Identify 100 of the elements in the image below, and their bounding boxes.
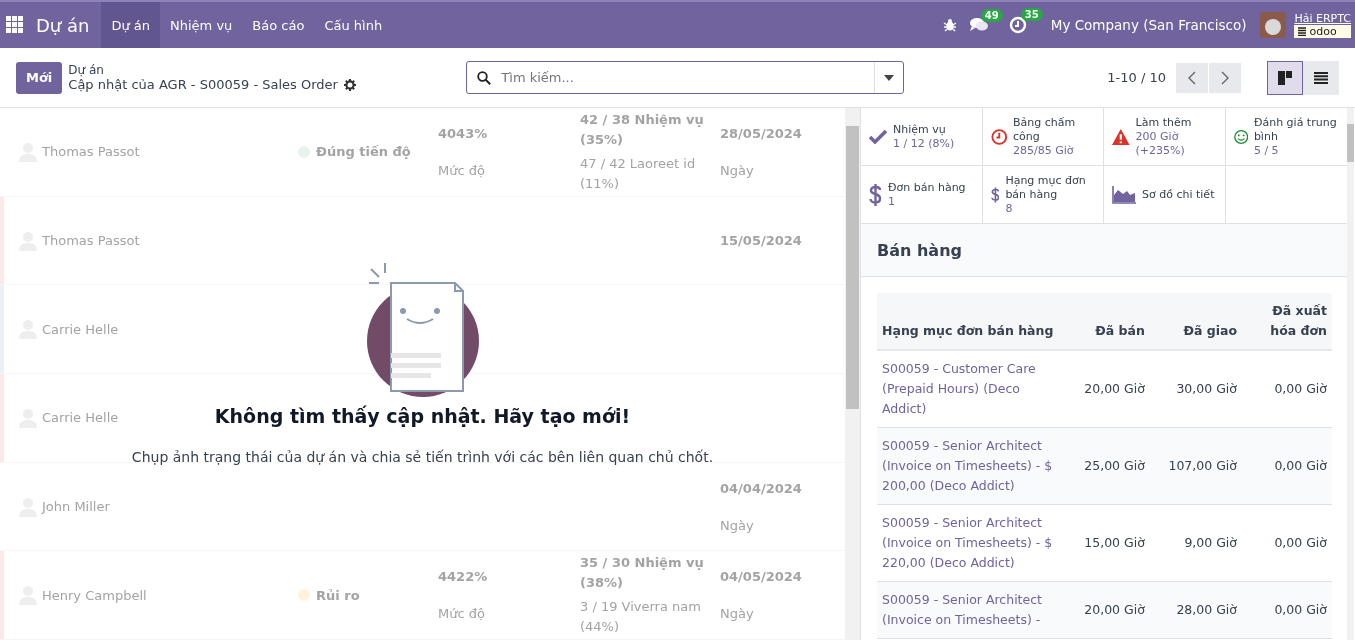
sample-tasks: 35 / 30 Nhiệm vụ (38%) bbox=[580, 554, 705, 593]
sample-date-label: Ngày bbox=[720, 517, 755, 533]
new-button[interactable]: Mới bbox=[16, 61, 63, 94]
dollar-icon bbox=[869, 183, 882, 206]
app-name[interactable]: Dự án bbox=[30, 14, 102, 36]
stat-label: Đơn bán hàng bbox=[888, 180, 966, 195]
scrollbar[interactable] bbox=[1347, 108, 1354, 640]
sample-assignee: John Miller bbox=[42, 499, 110, 514]
order-line-link[interactable]: S00059 - Senior Architect (Invoice on Timesheets) - $ 220,00 (Deco Addict) bbox=[882, 513, 1062, 573]
table-cell: 25,00 Giờ bbox=[1067, 427, 1150, 505]
sample-date-label: Ngày bbox=[720, 162, 755, 178]
sample-assignee: Thomas Passot bbox=[42, 233, 140, 248]
sample-date: 15/05/2024 bbox=[720, 233, 803, 248]
apps-menu-icon[interactable] bbox=[6, 16, 24, 34]
table-cell: 30,00 Giờ bbox=[1149, 350, 1242, 428]
column-header: Hạng mục đơn bán hàng bbox=[877, 293, 1067, 350]
sample-assignee: Thomas Passot bbox=[42, 144, 140, 160]
chat-icon[interactable] bbox=[968, 17, 989, 33]
table-cell: 20,00 Giờ bbox=[1067, 350, 1150, 428]
sample-date: 04/04/2024 bbox=[720, 480, 803, 496]
menu-item[interactable]: Nhiệm vụ bbox=[160, 2, 243, 48]
stat-button[interactable]: Đơn bán hàng 1 bbox=[861, 166, 983, 223]
column-header: Đã giao bbox=[1149, 293, 1242, 350]
table-cell: 0,00 Giờ bbox=[1242, 581, 1332, 639]
order-line-link[interactable]: S00059 - Customer Care (Prepaid Hours) (Deco Addict) bbox=[882, 359, 1062, 419]
warning-icon bbox=[1112, 127, 1130, 146]
stat-value: 1 bbox=[888, 194, 896, 209]
order-line-link[interactable]: S00059 - Senior Architect (Invoice on Timesheets) - bbox=[882, 590, 1062, 630]
menu-item[interactable]: Báo cáo bbox=[242, 2, 315, 48]
stat-value: 200 Giờ (+235%) bbox=[1135, 129, 1186, 158]
section-title: Bán hàng bbox=[877, 240, 962, 260]
sample-rate-label: Mức độ bbox=[438, 606, 486, 622]
stat-label: Làm thêm bbox=[1135, 115, 1193, 130]
stat-label: Hạng mục đơn bán hàng bbox=[1005, 173, 1087, 202]
chevron-right-icon bbox=[1221, 70, 1229, 85]
sample-date: 04/05/2024 bbox=[720, 569, 803, 585]
gear-icon[interactable] bbox=[343, 78, 356, 91]
check-icon bbox=[869, 129, 887, 144]
list-view-button[interactable] bbox=[1303, 60, 1339, 95]
table-cell: 9,00 Giờ bbox=[1149, 504, 1242, 582]
stat-label: Đánh giá trung bình bbox=[1253, 115, 1338, 144]
sample-status: Đúng tiến độ bbox=[316, 144, 411, 160]
menu-item[interactable]: Cấu hình bbox=[314, 2, 393, 48]
table-cell: 28,00 Giờ bbox=[1149, 581, 1242, 639]
dropdown-caret-icon[interactable] bbox=[884, 74, 895, 81]
stat-value: 1 / 12 (8%) bbox=[893, 136, 955, 151]
company-switcher[interactable]: My Company (San Francisco) bbox=[1050, 17, 1247, 33]
kanban-icon bbox=[1278, 70, 1292, 85]
clock-icon bbox=[990, 127, 1008, 146]
bug-icon[interactable] bbox=[942, 18, 957, 32]
sample-assignee: Carrie Helle bbox=[42, 321, 119, 337]
sample-assignee: Carrie Helle bbox=[42, 410, 119, 426]
stat-button[interactable]: Sơ đồ chi tiết bbox=[1104, 166, 1226, 223]
stat-value: 285/85 Giờ bbox=[1013, 143, 1075, 158]
table-cell: 0,00 Giờ bbox=[1242, 504, 1332, 582]
breadcrumb-link[interactable]: Dự án bbox=[68, 63, 461, 77]
stat-button[interactable]: Nhiệm vụ 1 / 12 (8%) bbox=[861, 108, 983, 166]
search-bar[interactable]: Tìm kiếm... bbox=[466, 61, 905, 94]
user-avatar[interactable] bbox=[1260, 12, 1287, 38]
stat-value: 5 / 5 bbox=[1253, 143, 1280, 158]
scrollbar[interactable] bbox=[845, 108, 860, 640]
column-header: Đã xuất hóa đơn bbox=[1242, 293, 1332, 350]
sample-tasks: 42 / 38 Nhiệm vụ (35%) bbox=[580, 110, 705, 149]
sample-rate: 4422% bbox=[438, 569, 489, 585]
sample-milestones: 47 / 42 Laoreet id (11%) bbox=[580, 154, 697, 193]
stat-label: Sơ đồ chi tiết bbox=[1142, 187, 1215, 202]
table-cell: 107,00 Giờ bbox=[1149, 427, 1242, 505]
kanban-view-button[interactable] bbox=[1267, 60, 1303, 95]
list-icon bbox=[1314, 71, 1328, 84]
page-title: Cập nhật của AGR - S00059 - Sales Order bbox=[68, 77, 338, 92]
database-icon bbox=[1298, 27, 1307, 36]
message-count-badge: 49 bbox=[980, 9, 1003, 22]
table-cell: 0,00 Giờ bbox=[1242, 427, 1332, 505]
sample-status: Rủi ro bbox=[316, 587, 360, 603]
sample-rate: 4043% bbox=[438, 125, 489, 141]
stat-label: Nhiệm vụ bbox=[893, 122, 947, 137]
empty-state-description: Chụp ảnh trạng thái của dự án và chia sẻ tiến trình với các bên liên quan chủ chốt. bbox=[131, 449, 714, 465]
activity-count-badge: 35 bbox=[1020, 8, 1043, 21]
database-name: odoo bbox=[1309, 25, 1337, 38]
sample-milestones: 3 / 19 Viverra nam (44%) bbox=[580, 598, 702, 637]
clock-icon[interactable] bbox=[1008, 16, 1027, 34]
pager-value[interactable]: 1-10 / 10 bbox=[1107, 70, 1166, 85]
area-chart-icon bbox=[1112, 185, 1136, 204]
stat-button[interactable]: Làm thêm 200 Giờ (+235%) bbox=[1104, 108, 1226, 166]
sample-date: 28/05/2024 bbox=[720, 125, 803, 141]
stat-button[interactable]: Hạng mục đơn bán hàng 8 bbox=[982, 166, 1104, 223]
smiley-icon bbox=[1233, 127, 1248, 146]
stat-label: Bảng chấm công bbox=[1013, 115, 1077, 144]
table-cell: 20,00 Giờ bbox=[1067, 581, 1150, 639]
order-line-link[interactable]: S00059 - Senior Architect (Invoice on Timesheets) - $ 200,00 (Deco Addict) bbox=[882, 436, 1062, 496]
table-cell: 15,00 Giờ bbox=[1067, 504, 1150, 582]
menu-item[interactable]: Dự án bbox=[101, 2, 161, 48]
sample-assignee: Henry Campbell bbox=[42, 587, 147, 603]
table-cell: 0,00 Giờ bbox=[1242, 350, 1332, 428]
stat-button[interactable]: Bảng chấm công 285/85 Giờ bbox=[982, 108, 1104, 166]
chevron-left-icon bbox=[1188, 70, 1196, 85]
search-icon bbox=[477, 70, 492, 85]
column-header: Đã bán bbox=[1067, 293, 1150, 350]
user-name[interactable]: Hải ERPTC bbox=[1294, 12, 1351, 25]
stat-value: 8 bbox=[1005, 201, 1014, 216]
